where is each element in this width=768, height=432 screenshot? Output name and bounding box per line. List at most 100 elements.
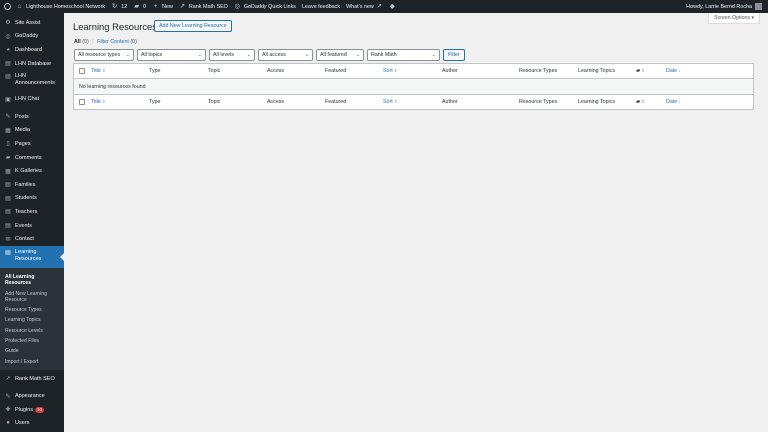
add-new-learning-resource-button[interactable]: Add New Learning Resource — [154, 20, 232, 32]
chevron-down-icon: ▾ — [751, 15, 754, 21]
menu-learning-resources[interactable]: ▤ Learning Resources — [0, 245, 64, 268]
column-title-footer[interactable]: Title⇕ — [91, 99, 106, 105]
godaddy-quick-links[interactable]: ◎ GoDaddy Quick Links — [231, 0, 299, 13]
column-resource-types-header: Resource Types — [519, 68, 558, 74]
submenu-protected-files[interactable]: Protected Files — [0, 336, 64, 346]
wordpress-logo-icon[interactable] — [4, 3, 11, 10]
menu-dashboard[interactable]: ◕ Dashboard — [0, 43, 64, 57]
menu-posts[interactable]: ✎ Posts — [0, 110, 64, 124]
plugin-icon: ✚ — [5, 407, 11, 414]
families-icon: ▤ — [5, 182, 11, 189]
menu-comments[interactable]: ▰ Comments — [0, 151, 64, 165]
column-resource-types-footer: Resource Types — [519, 99, 558, 105]
access-select[interactable]: All access ⌄ — [258, 49, 313, 61]
account-menu[interactable]: Howdy, Larrie Bernd Rocha — [686, 3, 768, 10]
column-date-header[interactable]: Date↓ — [666, 68, 681, 74]
featured-value: All featured — [320, 52, 347, 58]
submenu-import-export[interactable]: Import / Export — [0, 357, 64, 367]
menu-lhn-announcements[interactable]: ▤ LHN Announcements — [0, 70, 64, 92]
sort-desc-icon: ↓ — [678, 68, 681, 73]
godaddy-label: GoDaddy Quick Links — [243, 3, 296, 10]
level-select[interactable]: All levels ⌄ — [209, 49, 255, 61]
menu-teachers[interactable]: ▤ Teachers — [0, 205, 64, 219]
menu-godaddy[interactable]: ◎ GoDaddy — [0, 30, 64, 44]
site-name-link[interactable]: ⌂ Lighthouse Homeschool Network — [13, 0, 108, 13]
menu-media[interactable]: ▦ Media — [0, 124, 64, 138]
gallery-icon: ▦ — [5, 168, 11, 175]
featured-select[interactable]: All featured ⌄ — [316, 49, 364, 61]
column-access-header: Access — [267, 68, 285, 74]
media-icon: ▦ — [5, 127, 11, 134]
menu-lhn-chat[interactable]: ▣ LHN Chat — [0, 92, 64, 106]
column-sort-footer[interactable]: Sort⇕ — [383, 99, 398, 105]
column-title-label: Title — [91, 68, 101, 74]
select-all-checkbox-footer[interactable] — [79, 99, 85, 105]
comments-link[interactable]: ▰ 0 — [130, 0, 149, 13]
resources-table: Title⇕ Type Topic Access Featured Sort⇕ … — [73, 63, 754, 110]
menu-contact[interactable]: ✉ Contact — [0, 232, 64, 246]
menu-site-assist[interactable]: ⚙ Site Assist — [0, 16, 64, 30]
menu-lhn-database[interactable]: ▤ LHN Database — [0, 57, 64, 71]
menu-appearance[interactable]: ✎ Appearance — [0, 389, 64, 403]
column-sort-header[interactable]: Sort⇕ — [383, 68, 398, 74]
screen-options-button[interactable]: Screen Options ▾ — [708, 13, 760, 24]
submenu-learning-topics[interactable]: Learning Topics — [0, 315, 64, 325]
submenu-add-new-learning-resource[interactable]: Add New Learning Resource — [0, 289, 64, 306]
column-topic-header: Topic — [208, 68, 221, 74]
menu-events[interactable]: ▤ Events — [0, 219, 64, 233]
diamond-menu-link[interactable]: ◆ — [386, 0, 402, 13]
leave-feedback-link[interactable]: Leave feedback — [299, 0, 343, 13]
column-access-footer: Access — [267, 99, 285, 105]
gear-icon: ⚙ — [5, 20, 11, 27]
sort-icon: ⇕ — [641, 99, 645, 104]
column-title-header[interactable]: Title⇕ — [91, 68, 106, 74]
column-sort-label: Sort — [383, 68, 393, 74]
submenu-resource-types[interactable]: Resource Types — [0, 305, 64, 315]
submenu-guide[interactable]: Guide — [0, 346, 64, 356]
column-date-footer[interactable]: Date↓ — [666, 99, 681, 105]
view-all-link[interactable]: All — [74, 39, 81, 45]
column-comments-footer[interactable]: ▰⇕ — [636, 99, 645, 105]
new-content-link[interactable]: + New — [149, 0, 176, 13]
rankmath-icon: ↗ — [5, 376, 11, 383]
menu-students[interactable]: ▤ Students — [0, 192, 64, 206]
updates-link[interactable]: ↻ 12 — [108, 0, 130, 13]
whats-new-link[interactable]: What's new ↗ — [343, 0, 386, 13]
menu-families[interactable]: ▤ Families — [0, 178, 64, 192]
comment-bubble-icon: ▰ — [636, 99, 641, 105]
filter-bar: All resource types ⌄ All topics ⌄ All leve… — [74, 49, 465, 61]
whats-new-label: What's new — [346, 3, 374, 10]
home-icon: ⌂ — [17, 3, 22, 10]
select-all-checkbox[interactable] — [79, 68, 85, 74]
view-all-label: All — [74, 39, 81, 45]
menu-users[interactable]: ● Users — [0, 417, 64, 431]
filter-button[interactable]: Filter — [443, 49, 465, 61]
site-name: Lighthouse Homeschool Network — [26, 3, 106, 10]
submenu-all-learning-resources[interactable]: All Learning Resources — [0, 272, 64, 289]
screen-options-label: Screen Options — [714, 15, 750, 21]
rank-math-label: Rank Math SEO — [188, 3, 228, 10]
diamond-icon: ◆ — [389, 3, 395, 10]
column-topic-footer: Topic — [208, 99, 221, 105]
topic-select[interactable]: All topics ⌄ — [137, 49, 206, 61]
menu-k-galleries[interactable]: ▦ K Galleries — [0, 164, 64, 178]
rank-math-select[interactable]: Rank Math ⌄ — [367, 49, 440, 61]
column-comments-header[interactable]: ▰⇕ — [636, 68, 645, 74]
new-label: New — [162, 3, 173, 10]
rank-math-link[interactable]: ↗ Rank Math SEO — [176, 0, 231, 13]
menu-plugins[interactable]: ✚ Plugins 10 — [0, 403, 64, 417]
column-featured-footer: Featured — [325, 99, 347, 105]
chat-icon: ▣ — [5, 96, 11, 103]
learning-resources-submenu: All Learning Resources Add New Learning … — [0, 267, 64, 370]
plugins-update-badge: 10 — [35, 406, 45, 413]
menu-pages[interactable]: ▯ Pages — [0, 137, 64, 151]
rankmath-icon: ↗ — [179, 3, 186, 10]
book-icon: ▤ — [5, 249, 11, 256]
sort-icon: ⇕ — [101, 68, 106, 73]
menu-rank-math-seo[interactable]: ↗ Rank Math SEO — [0, 372, 64, 386]
resource-type-select[interactable]: All resource types ⌄ — [74, 49, 134, 61]
view-filter-content-link[interactable]: Filter Content — [97, 39, 129, 45]
godaddy-icon: ◎ — [5, 33, 11, 40]
page-title: Learning Resources — [73, 21, 157, 32]
submenu-resource-levels[interactable]: Resource Levels — [0, 326, 64, 336]
